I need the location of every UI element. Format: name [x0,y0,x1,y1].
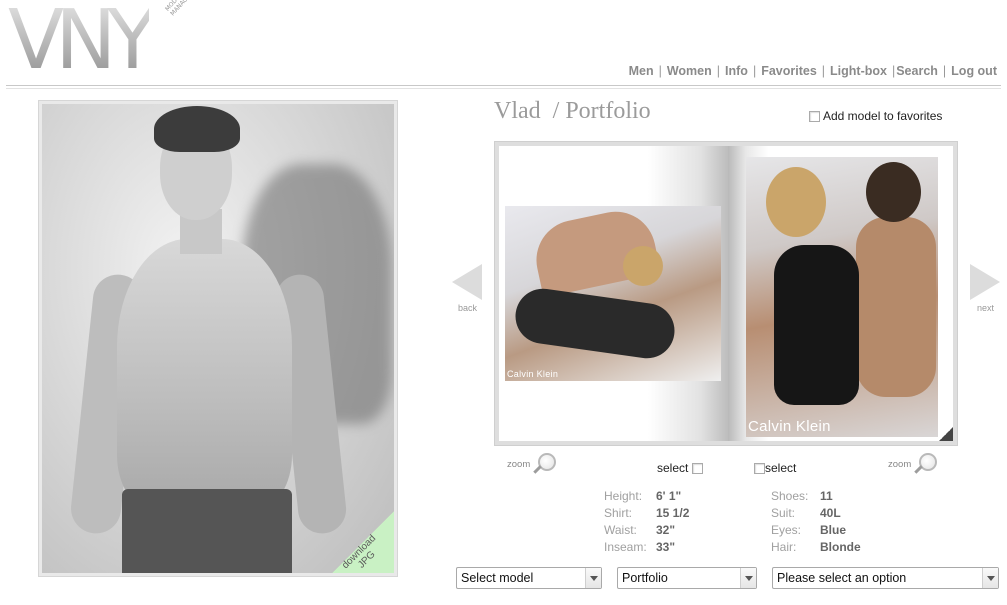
photo-caption-left: Calvin Klein [507,369,559,379]
model-name: Vlad [494,98,541,124]
add-to-favorites[interactable]: Add model to favorites [809,109,942,123]
page-title: Vlad / Portfolio [494,98,651,125]
select-right-checkbox[interactable] [754,462,765,474]
nav-light-box[interactable]: Light-box [830,64,887,78]
back-label[interactable]: back [458,303,477,313]
model-stats-right: Shoes: 11 Suit: 40L Eyes: Blue Hair: Blonde [771,488,861,556]
vny-logo[interactable]: VNY MODEL MANAGEMENT [6,0,203,86]
nav-search[interactable]: Search [896,64,938,78]
stat-suit: Suit: 40L [771,506,841,520]
back-arrow-icon[interactable] [452,264,482,300]
chevron-down-icon[interactable] [585,568,601,588]
portfolio-photo-left[interactable]: Calvin Klein [505,206,721,381]
favorites-checkbox[interactable] [809,110,820,122]
photo-caption-right: Calvin Klein [747,418,831,435]
header-divider [6,85,1001,89]
portfolio-book: Calvin Klein Calvin Klein [494,141,958,446]
book-page-left[interactable]: Calvin Klein [499,146,728,441]
nav-favorites[interactable]: Favorites [761,64,817,78]
stat-shoes: Shoes: 11 [771,489,833,503]
stat-eyes: Eyes: Blue [771,523,847,537]
zoom-left[interactable]: zoom [507,453,557,475]
model-stats-left: Height: 6' 1" Shirt: 15 1/2 Waist: 32" Inse… [604,488,689,556]
next-label[interactable]: next [977,303,994,313]
chevron-down-icon[interactable] [982,568,998,588]
top-navigation: Men | Women | Info | Favorites | Light-box |Searc… [628,64,997,78]
favorites-label: Add model to favorites [823,109,943,123]
book-page-right[interactable]: Calvin Klein [727,146,953,441]
nav-men[interactable]: Men [629,64,654,78]
stat-height: Height: 6' 1" [604,489,682,503]
select-right[interactable]: select [754,461,796,475]
option-dropdown[interactable]: Please select an option [772,567,999,589]
logo-wordmark: VNY [8,0,158,86]
magnifier-icon[interactable] [532,453,557,475]
stat-hair: Hair: Blonde [771,540,861,554]
select-model-dropdown[interactable]: Select model [456,567,602,589]
main-model-photo[interactable]: download JPG [38,100,398,577]
select-left-checkbox[interactable] [691,462,703,474]
stat-waist: Waist: 32" [604,523,676,537]
model-portrait-image: download JPG [42,104,394,573]
select-left[interactable]: select [657,461,703,475]
page-curl-icon[interactable] [939,427,953,441]
logo-subtitle: MODEL MANAGEMENT [164,0,203,17]
zoom-right[interactable]: zoom [888,453,938,475]
nav-women[interactable]: Women [667,64,712,78]
stat-inseam: Inseam: 33" [604,540,676,554]
section-name: / Portfolio [552,98,651,124]
magnifier-icon[interactable] [913,453,938,475]
chevron-down-icon[interactable] [740,568,756,588]
section-dropdown[interactable]: Portfolio [617,567,757,589]
stat-shirt: Shirt: 15 1/2 [604,506,690,520]
next-arrow-icon[interactable] [970,264,1000,300]
nav-info[interactable]: Info [725,64,748,78]
nav-log-out[interactable]: Log out [951,64,997,78]
portfolio-photo-right[interactable]: Calvin Klein [745,157,938,437]
